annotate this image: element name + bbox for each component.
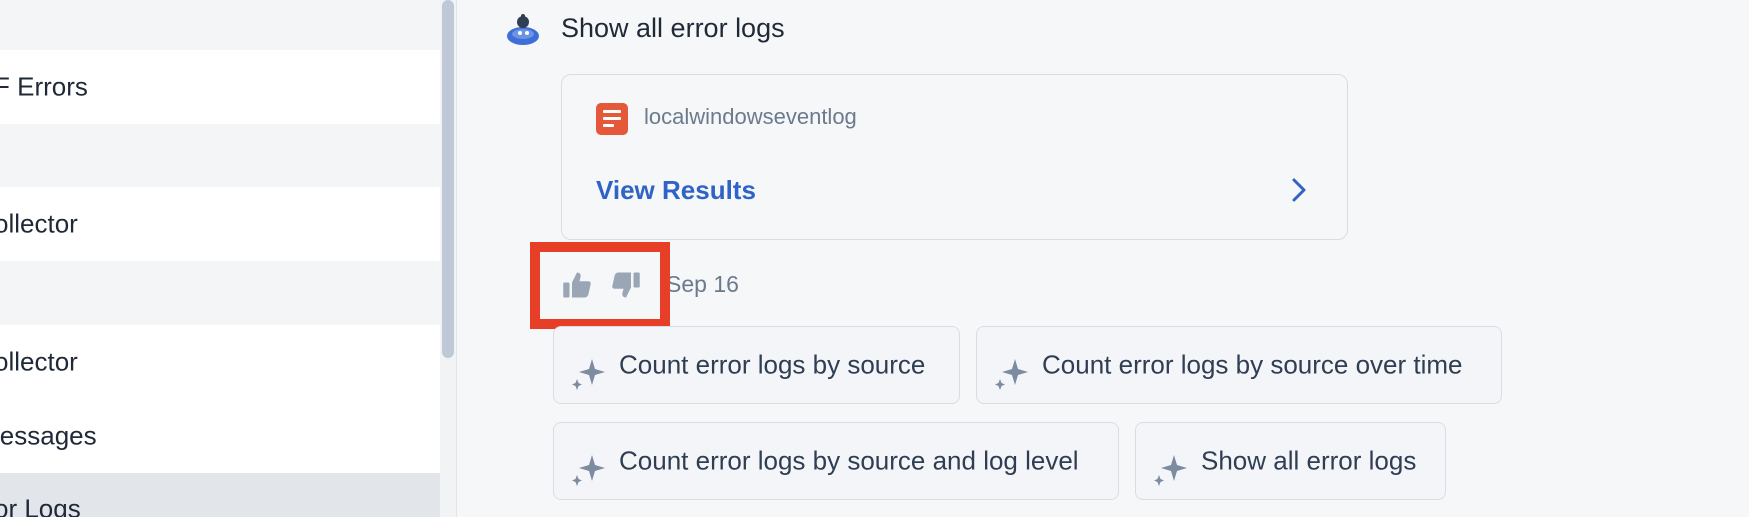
- sparkle-icon: [995, 359, 1028, 390]
- suggestion-chip[interactable]: Count error logs by source: [553, 326, 960, 404]
- suggestion-label: Count error logs by source: [619, 349, 926, 380]
- suggestion-label: Count error logs by source and log level: [619, 445, 1079, 476]
- feedback-highlight-box: [530, 242, 670, 329]
- suggestion-chip[interactable]: Count error logs by source over time: [976, 326, 1502, 404]
- sidebar-item-label: lessages: [0, 420, 97, 451]
- user-prompt: Show all error logs: [561, 13, 785, 43]
- suggestion-label: Count error logs by source over time: [1042, 349, 1463, 380]
- chevron-right-icon[interactable]: [1288, 177, 1310, 203]
- sparkle-icon: [572, 455, 605, 486]
- sidebar-item[interactable]: ollector: [0, 325, 440, 399]
- suggestion-chip[interactable]: Count error logs by source and log level: [553, 422, 1119, 500]
- sidebar-item-label: ollector: [0, 346, 78, 377]
- sidebar-item-label: F Errors: [0, 71, 88, 102]
- sidebar-item-active[interactable]: or Logs: [0, 473, 440, 517]
- sidebar-item[interactable]: ollector: [0, 187, 440, 261]
- sparkle-icon: [1154, 455, 1187, 486]
- robot-avatar-icon: [507, 14, 539, 45]
- sidebar-item[interactable]: F Errors: [0, 50, 440, 124]
- suggestion-chip[interactable]: Show all error logs: [1135, 422, 1446, 500]
- message-date: Sep 16: [666, 271, 739, 297]
- view-results-link[interactable]: View Results: [596, 175, 756, 206]
- sidebar-item-label: or Logs: [0, 493, 81, 517]
- sidebar-item[interactable]: lessages: [0, 399, 440, 473]
- result-card: localwindowseventlog View Results: [561, 74, 1348, 240]
- sidebar-item[interactable]: [0, 261, 440, 325]
- sidebar-item[interactable]: [0, 0, 440, 50]
- panel-divider: [456, 0, 457, 517]
- sidebar-scrollbar-thumb[interactable]: [442, 0, 454, 358]
- log-source-icon: [596, 103, 628, 135]
- sidebar-item[interactable]: [0, 124, 440, 187]
- sparkle-icon: [572, 359, 605, 390]
- sidebar-item-label: ollector: [0, 208, 78, 239]
- sidebar: F Errors ollector ollector lessages or L…: [0, 0, 440, 517]
- source-name: localwindowseventlog: [644, 104, 857, 129]
- suggestion-label: Show all error logs: [1201, 445, 1417, 476]
